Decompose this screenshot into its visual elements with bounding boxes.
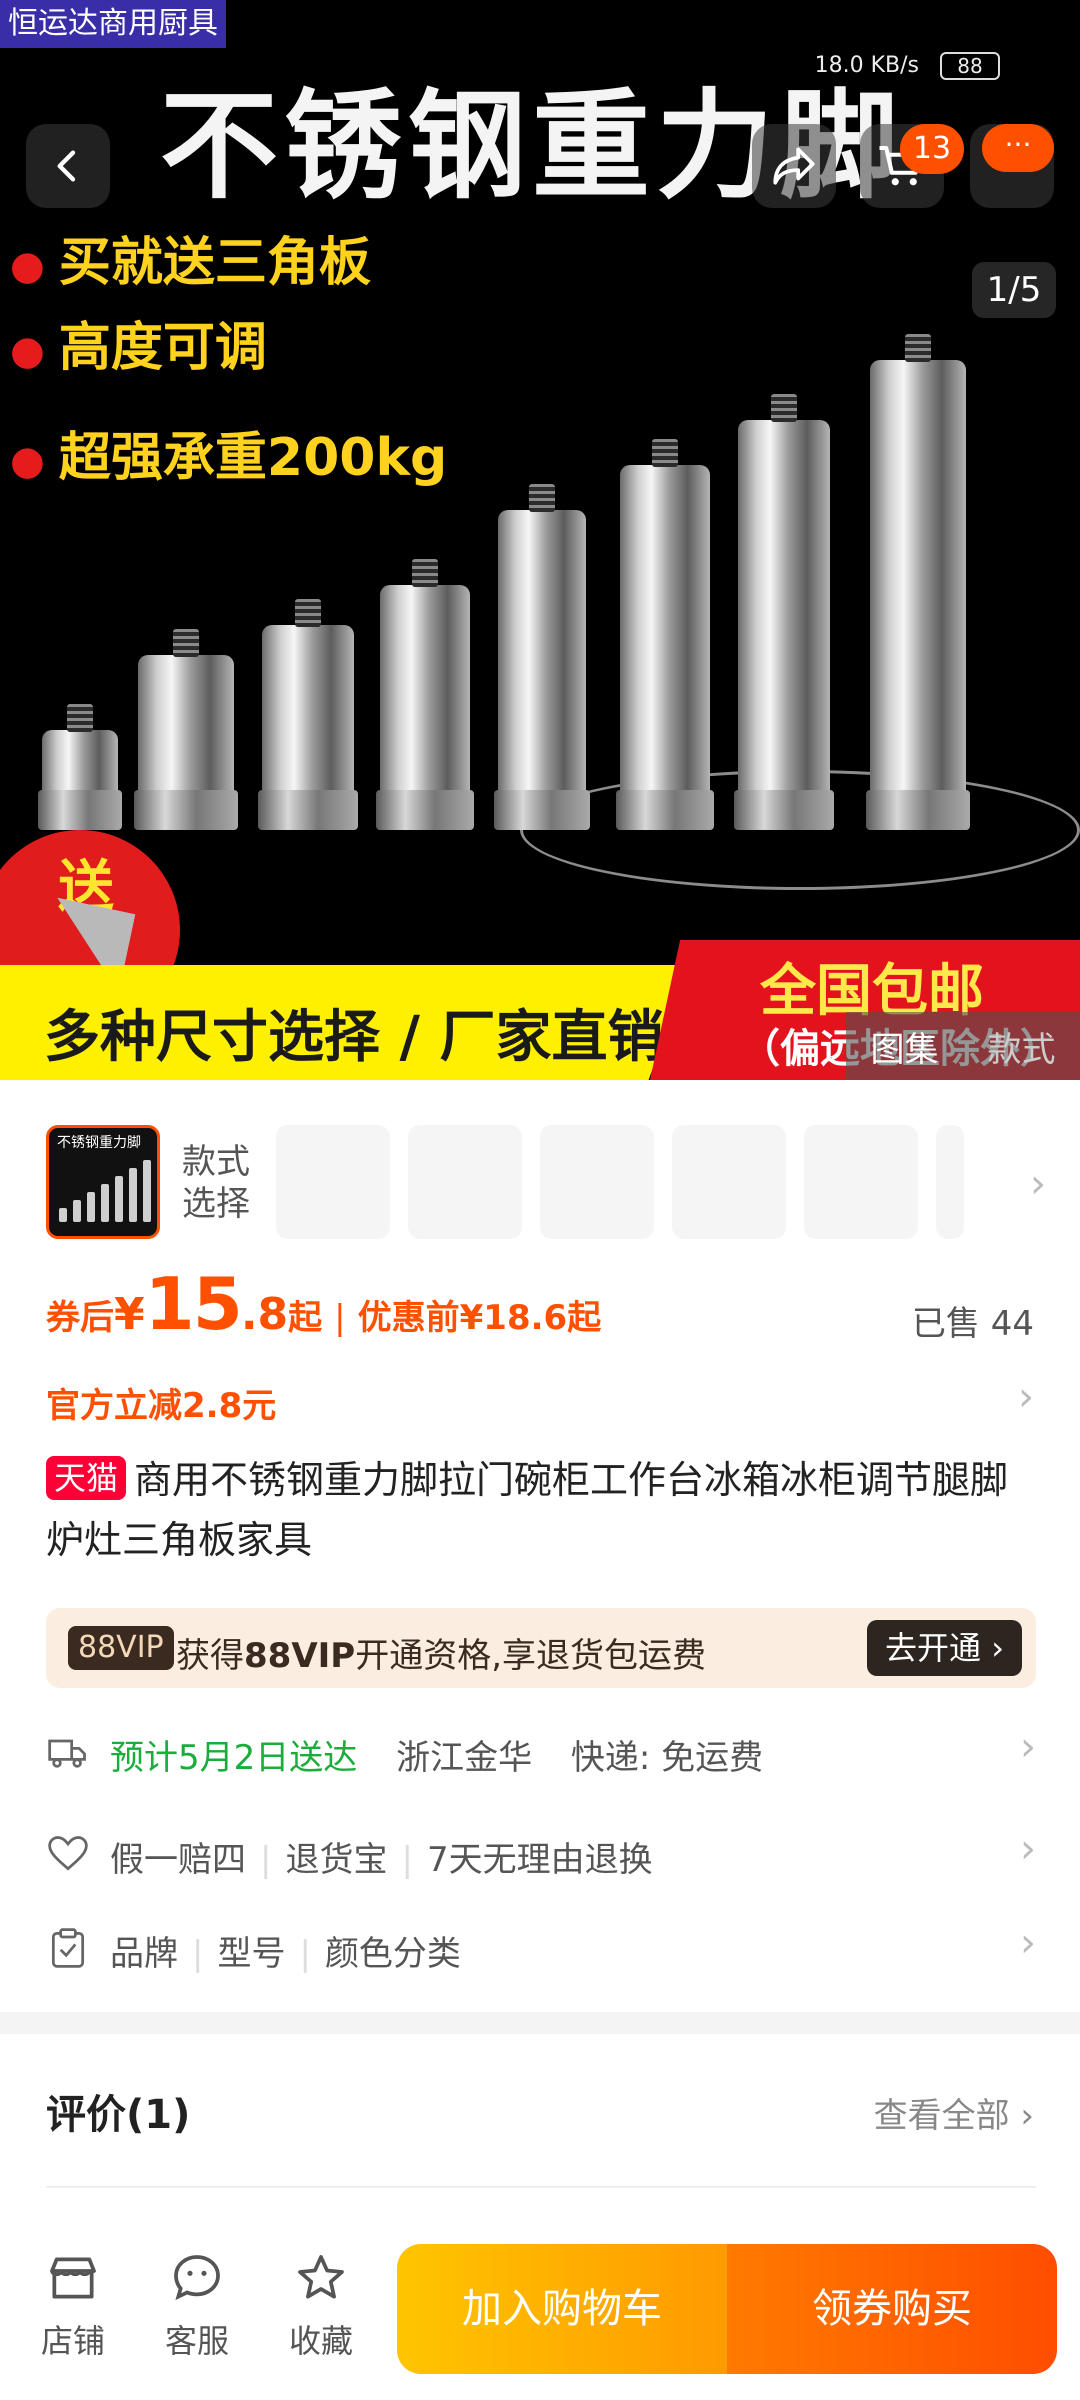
hero-bullet: ● 买就送三角板 (10, 233, 371, 293)
vip-text: 获得88VIP开通资格,享退货包运费 (176, 1636, 707, 1676)
network-speed: 18.0 KB/s (814, 53, 919, 78)
original-price: ¥18.6 (459, 1298, 568, 1338)
params-row[interactable]: 品牌 | 型号 | 颜色分类 › (46, 1918, 1036, 1978)
chevron-right-icon[interactable]: › (1018, 1374, 1034, 1420)
heart-icon (48, 1836, 88, 1871)
sku-label: 款式 选择 (182, 1142, 250, 1224)
chevron-right-icon[interactable]: › (1020, 1920, 1036, 1966)
share-button[interactable] (752, 124, 836, 208)
truck-icon (48, 1739, 86, 1768)
gallery-tabs: 图集 款式 (846, 1012, 1080, 1080)
sku-thumbnail-selected[interactable]: 不锈钢重力脚 (46, 1125, 160, 1239)
sku-option[interactable] (936, 1125, 964, 1239)
vip-banner[interactable]: 88VIP 获得88VIP开通资格,享退货包运费 去开通 › (46, 1608, 1036, 1688)
customer-service-button[interactable]: 客服 (142, 2250, 252, 2362)
sold-count: 已售 44 (911, 1304, 1034, 1344)
tmall-badge: 天猫 (46, 1456, 127, 1500)
sku-option[interactable] (408, 1125, 522, 1239)
chevron-right-icon[interactable]: › (1030, 1161, 1046, 1207)
chevron-left-icon (57, 150, 76, 182)
delivery-row[interactable]: 预计5月2日送达 浙江金华 快递: 免运费 › (46, 1722, 1036, 1782)
product-title: 天猫 商用不锈钢重力脚拉门碗柜工作台冰箱冰柜调节腿脚炉灶三角板家具 (46, 1456, 1009, 1562)
shipping-fee: 快递: 免运费 (570, 1738, 764, 1778)
chevron-right-icon[interactable]: › (1020, 1826, 1036, 1872)
banner-left-text: 多种尺寸选择 / 厂家直销 (44, 1005, 664, 1070)
sku-option[interactable] (540, 1125, 654, 1239)
shop-button[interactable]: 店铺 (18, 2250, 128, 2362)
buy-with-coupon-button[interactable]: 领券购买 (727, 2244, 1057, 2374)
store-icon (50, 2257, 96, 2299)
chevron-right-icon[interactable]: › (1020, 1724, 1036, 1770)
divider (46, 2186, 1036, 2188)
see-all-reviews-link[interactable]: 查看全部 › (874, 2088, 1034, 2137)
vip-activate-button[interactable]: 去开通 › (867, 1620, 1022, 1676)
sku-option[interactable] (276, 1125, 390, 1239)
section-divider (0, 2012, 1080, 2034)
share-icon (773, 147, 815, 185)
back-button[interactable] (26, 124, 110, 208)
price-line: 券后¥15.8起 | 优惠前¥18.6起 (46, 1262, 602, 1346)
status-bar: 18.0 KB/s 88 (815, 52, 1000, 80)
discount-text[interactable]: 官方立减2.8元 (46, 1378, 276, 1427)
chat-face-icon (174, 2255, 220, 2301)
add-to-cart-button[interactable]: 加入购物车 (397, 2244, 727, 2374)
product-legs-illustration (30, 330, 1060, 830)
ship-origin: 浙江金华 (396, 1738, 533, 1778)
star-icon (298, 2255, 344, 2299)
vip-tag: 88VIP (68, 1626, 174, 1670)
cart-count-badge: 13 (900, 124, 964, 174)
shop-watermark: 恒运达商用厨具 (0, 0, 226, 48)
tab-styles[interactable]: 款式 (988, 1022, 1056, 1071)
image-page-counter: 1/5 (972, 262, 1056, 318)
battery-icon: 88 (940, 52, 1000, 80)
favorite-button[interactable]: 收藏 (266, 2250, 376, 2362)
more-icon[interactable]: ··· (982, 124, 1054, 172)
price-value: 15 (144, 1262, 243, 1346)
sku-selector[interactable]: 不锈钢重力脚 款式 选择 › (46, 1125, 1046, 1241)
delivery-estimate: 预计5月2日送达 (110, 1738, 358, 1778)
bottom-action-bar: 店铺 客服 收藏 加入购物车 领券购买 (0, 2222, 1080, 2400)
service-row[interactable]: 假一赔四 | 退货宝 | 7天无理由退换 › (46, 1824, 1036, 1884)
clipboard-icon (51, 1928, 85, 1968)
sku-option[interactable] (804, 1125, 918, 1239)
sku-option[interactable] (672, 1125, 786, 1239)
reviews-title: 评价(1) (46, 2092, 191, 2138)
tab-gallery[interactable]: 图集 (871, 1022, 939, 1071)
